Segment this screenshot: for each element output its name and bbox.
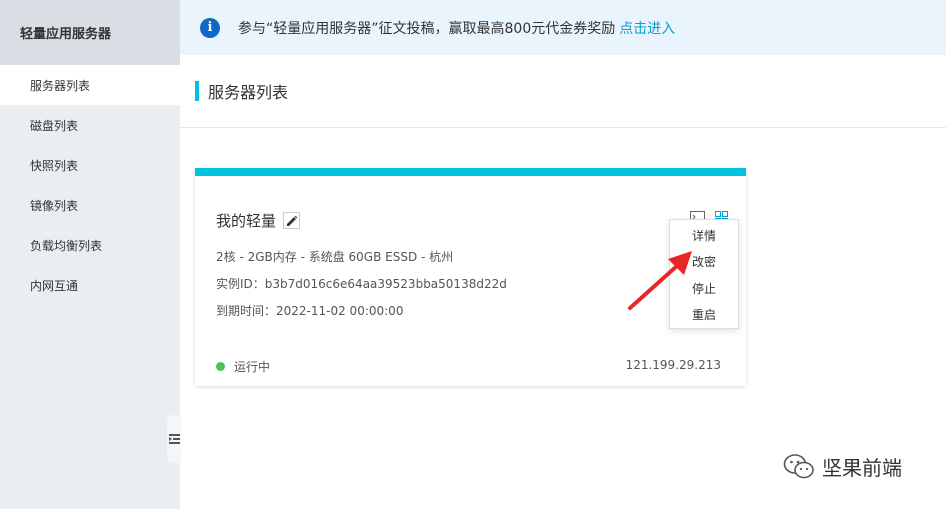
server-spec: 2核 - 2GB内存 - 系统盘 60GB ESSD - 杭州 <box>216 250 454 264</box>
collapse-icon <box>168 434 180 444</box>
sidebar-collapse-button[interactable] <box>167 415 181 463</box>
wechat-icon <box>783 453 814 478</box>
server-name-row: 我的轻量 <box>216 210 301 231</box>
info-icon: i <box>200 17 220 38</box>
ip-address: 121.199.29.213 <box>625 358 721 372</box>
instance-id: 实例ID：b3b7d016c6e64aa39523bba50138d22d <box>216 277 507 291</box>
sidebar-item-snapshot-list[interactable]: 快照列表 <box>0 145 180 185</box>
sidebar-item-server-list[interactable]: 服务器列表 <box>0 65 180 105</box>
banner-link[interactable]: 点击进入 <box>619 18 675 38</box>
status-text: 运行中 <box>234 360 271 374</box>
page-header: 服务器列表 <box>180 55 946 128</box>
announcement-banner: i 参与“轻量应用服务器”征文投稿，赢取最高800元代金券奖励 点击进入 <box>180 0 946 55</box>
page-title: 服务器列表 <box>208 83 289 102</box>
sidebar-item-disk-list[interactable]: 磁盘列表 <box>0 105 180 145</box>
status-dot-icon <box>216 362 225 371</box>
server-name: 我的轻量 <box>216 212 277 230</box>
annotation-arrow-icon <box>628 251 692 310</box>
edit-icon[interactable] <box>283 212 301 229</box>
sidebar: 轻量应用服务器 服务器列表 磁盘列表 快照列表 镜像列表 负载均衡列表 内网互通 <box>0 0 180 509</box>
expiry-time: 到期时间：2022-11-02 00:00:00 <box>216 304 404 318</box>
banner-text: 参与“轻量应用服务器”征文投稿，赢取最高800元代金券奖励 <box>238 20 616 37</box>
sidebar-item-intranet[interactable]: 内网互通 <box>0 265 180 305</box>
sidebar-item-image-list[interactable]: 镜像列表 <box>0 185 180 225</box>
watermark: 坚果前端 <box>783 452 902 481</box>
status-badge: 运行中 <box>216 358 270 375</box>
sidebar-item-load-balancer-list[interactable]: 负载均衡列表 <box>0 225 180 265</box>
watermark-text: 坚果前端 <box>822 456 902 480</box>
sidebar-title: 轻量应用服务器 <box>0 0 180 65</box>
title-accent-bar <box>195 81 199 101</box>
